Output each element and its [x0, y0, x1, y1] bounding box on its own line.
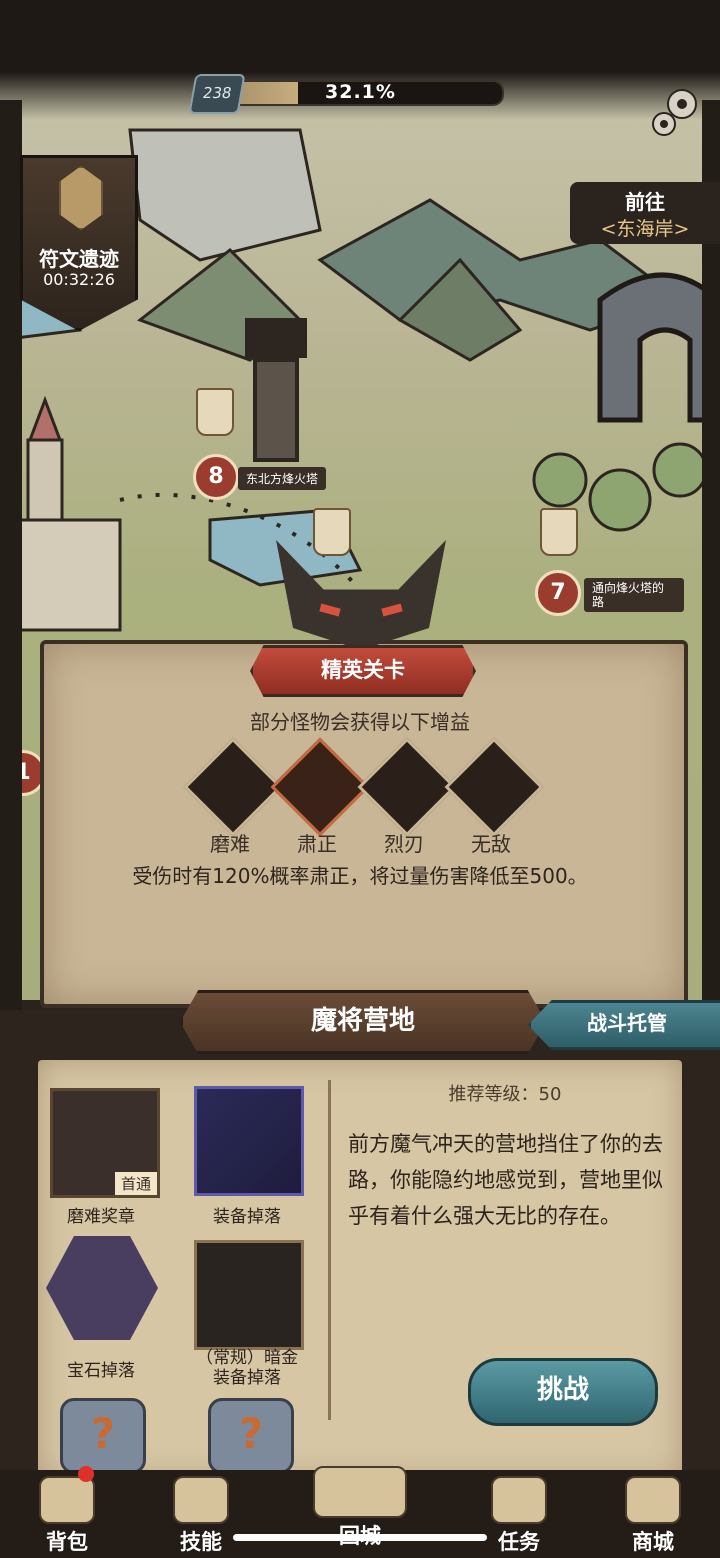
stage-description: 前方魔气冲天的营地挡住了你的去路，你能隐约地感觉到，营地里似乎有着什么强大无比的… — [348, 1132, 663, 1228]
reward-label: 装备掉落 — [213, 1207, 281, 1227]
completed-flag-icon — [540, 508, 578, 556]
nav-label: 背包 — [46, 1530, 88, 1554]
reward-label: （常规）暗金 装备掉落 — [196, 1348, 298, 1388]
player-level-badge: 238 — [188, 74, 246, 114]
settings-gear-icon[interactable] — [648, 84, 704, 140]
buff-description: 受伤时有120%概率肃正，将过量伤害降低至500。 — [132, 864, 588, 888]
buff-label: 磨难 — [210, 832, 250, 856]
map-node-8[interactable]: 8 — [193, 454, 239, 500]
left-frame — [0, 100, 22, 1020]
event-title: 符文遗迹 — [39, 247, 119, 271]
elite-stage-banner: 精英关卡 — [250, 645, 476, 697]
map-node-8-label: 东北方烽火塔 — [238, 467, 327, 490]
crossed-swords-icon[interactable] — [194, 1240, 304, 1350]
home-indicator[interactable] — [233, 1534, 487, 1541]
experience-percent: 32.1% — [325, 81, 396, 103]
rune-ruins-event-button[interactable]: 符文遗迹 00:32:26 — [20, 155, 138, 331]
recommended-level: 推荐等级：50 — [448, 1084, 562, 1105]
first-clear-badge: 首通 — [114, 1172, 157, 1195]
locked-reward-icon[interactable]: ? — [60, 1398, 146, 1474]
map-node-6[interactable]: 7 — [535, 570, 581, 616]
nav-backpack[interactable]: 背包 — [12, 1476, 122, 1556]
completed-flag-icon — [196, 388, 234, 436]
skill-book-icon — [173, 1476, 229, 1524]
crossed-swords-icon[interactable] — [194, 1086, 304, 1196]
nav-shop[interactable]: 商城 — [598, 1476, 708, 1556]
notification-dot — [78, 1466, 94, 1482]
nav-label: 技能 — [180, 1530, 222, 1554]
crown-medal-icon[interactable]: 首通 — [50, 1088, 160, 1198]
locked-reward-icon[interactable]: ? — [208, 1398, 294, 1474]
stage-title: 魔将营地 — [180, 990, 546, 1054]
nav-label: 商城 — [632, 1530, 674, 1554]
nav-label: 任务 — [498, 1530, 540, 1554]
elite-subtitle: 部分怪物会获得以下增益 — [250, 710, 470, 734]
auto-battle-button[interactable]: 战斗托管 — [528, 1000, 720, 1050]
nav-skills[interactable]: 技能 — [146, 1476, 256, 1556]
event-timer: 00:32:26 — [43, 270, 115, 289]
shop-icon — [625, 1476, 681, 1524]
player-level: 238 — [201, 84, 234, 102]
completed-flag-icon — [313, 508, 351, 556]
reward-label: 宝石掉落 — [67, 1361, 135, 1381]
scroll-icon — [491, 1476, 547, 1524]
map-node-6-label: 通向烽火塔的 路 — [584, 578, 684, 612]
buff-label: 肃正 — [297, 832, 337, 856]
castle-icon — [313, 1466, 407, 1518]
panel-divider — [328, 1080, 331, 1420]
goto-label: 前往 — [625, 190, 665, 214]
rune-emblem-icon — [59, 166, 103, 230]
backpack-icon — [39, 1476, 95, 1524]
challenge-button[interactable]: 挑战 — [468, 1358, 658, 1426]
buff-label: 烈刃 — [384, 832, 424, 856]
buff-label: 无敌 — [471, 832, 511, 856]
nav-quests[interactable]: 任务 — [464, 1476, 574, 1556]
goto-destination: <东海岸> — [600, 218, 690, 240]
reward-label: 磨难奖章 — [67, 1207, 135, 1227]
goto-destination-button[interactable]: 前往 <东海岸> — [570, 182, 720, 244]
